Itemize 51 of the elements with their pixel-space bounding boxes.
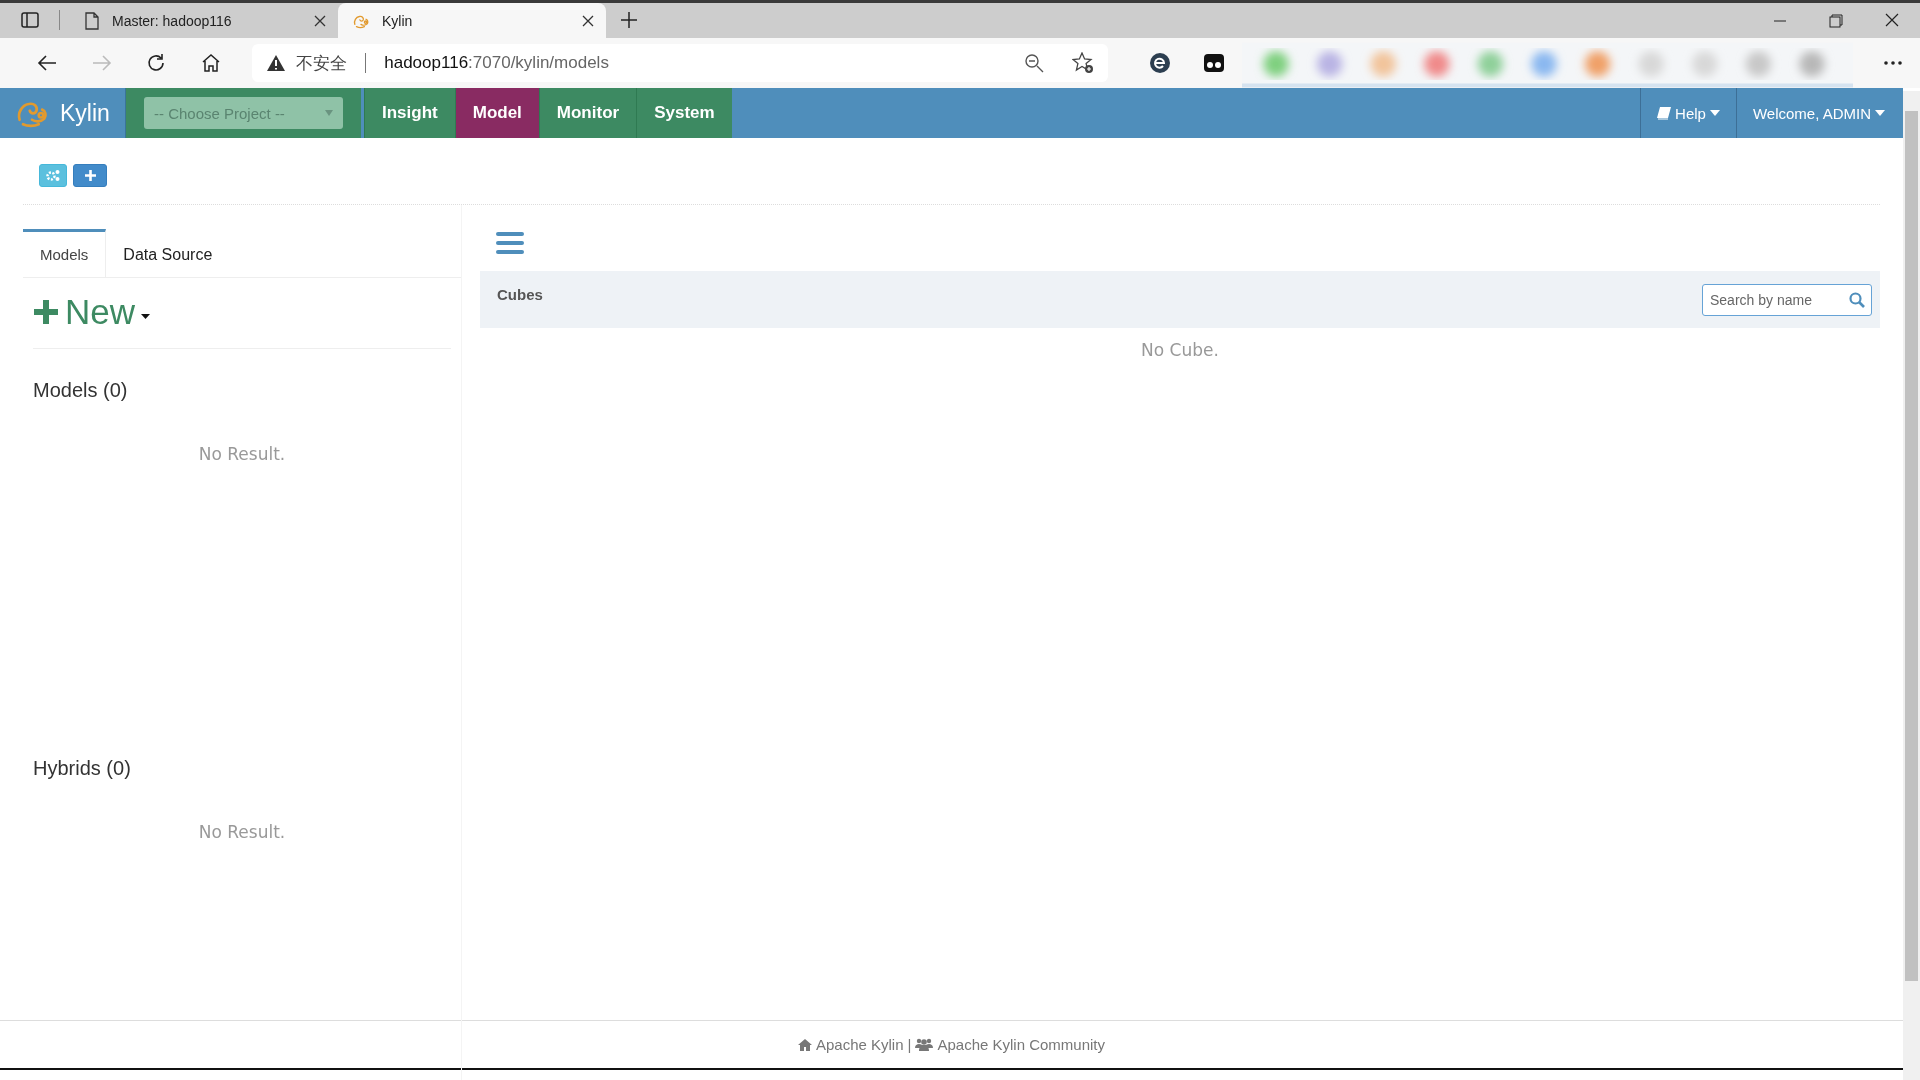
close-icon[interactable] xyxy=(314,14,326,27)
warning-icon xyxy=(266,54,287,72)
security-label: 不安全 xyxy=(296,52,348,75)
favorite-add-icon[interactable] xyxy=(1072,52,1095,74)
address-bar[interactable]: 不安全 hadoop116:7070/kylin/models xyxy=(252,44,1109,82)
nav-tab[interactable]: Insight xyxy=(364,88,455,138)
browser-tab[interactable]: Master: hadoop116 xyxy=(70,3,338,38)
footer-link[interactable]: Apache Kylin xyxy=(797,1036,904,1053)
browser-tab[interactable]: Kylin xyxy=(338,3,606,38)
extension-icon[interactable] xyxy=(1203,53,1226,73)
search-field[interactable]: Search by name xyxy=(1702,283,1872,316)
close-icon[interactable] xyxy=(582,14,594,27)
zoom-out-icon[interactable] xyxy=(1024,53,1045,73)
empty-message: No Result. xyxy=(197,822,287,842)
side-tab[interactable]: Models xyxy=(23,229,107,277)
plus-icon xyxy=(33,299,59,325)
home-icon[interactable] xyxy=(200,53,221,73)
new-tab-icon[interactable] xyxy=(620,11,638,29)
more-icon[interactable] xyxy=(1882,60,1903,66)
empty-message: No Result. xyxy=(197,444,287,464)
help-menu[interactable]: Help xyxy=(1640,88,1736,138)
empty-message: No Cube. xyxy=(1140,340,1220,360)
page-icon xyxy=(84,11,100,30)
book-icon xyxy=(1657,106,1672,120)
caret-icon xyxy=(1875,110,1885,116)
tab-actions-icon[interactable] xyxy=(21,12,39,28)
plus-icon xyxy=(84,170,96,181)
section-title: Models (0) xyxy=(33,379,129,402)
add-button[interactable] xyxy=(73,164,107,187)
caret-icon xyxy=(325,110,333,116)
new-button[interactable]: New xyxy=(23,278,161,346)
nav-tab[interactable]: System xyxy=(636,88,732,138)
panel-title: Cubes xyxy=(497,286,543,303)
caret-icon xyxy=(141,313,151,319)
scrollbar[interactable] xyxy=(1903,91,1920,1080)
nav-tab[interactable]: Model xyxy=(454,88,539,138)
users-icon xyxy=(915,1038,934,1051)
search-icon xyxy=(1849,291,1865,308)
refresh-icon[interactable] xyxy=(146,53,167,73)
caret-icon xyxy=(1709,110,1720,116)
footer-link[interactable]: Apache Kylin Community xyxy=(915,1036,1105,1053)
back-icon[interactable] xyxy=(37,54,58,72)
extension-icon[interactable] xyxy=(1148,52,1171,74)
menu-icon[interactable] xyxy=(496,231,524,255)
nav-tab[interactable]: Monitor xyxy=(538,88,637,138)
side-tab[interactable]: Data Source xyxy=(106,229,230,277)
separator: | xyxy=(907,1036,912,1053)
brand-name[interactable]: Kylin xyxy=(60,99,110,127)
url-text: hadoop116:7070/kylin/models xyxy=(384,53,610,73)
home-icon xyxy=(797,1038,812,1051)
section-title: Hybrids (0) xyxy=(33,757,132,780)
